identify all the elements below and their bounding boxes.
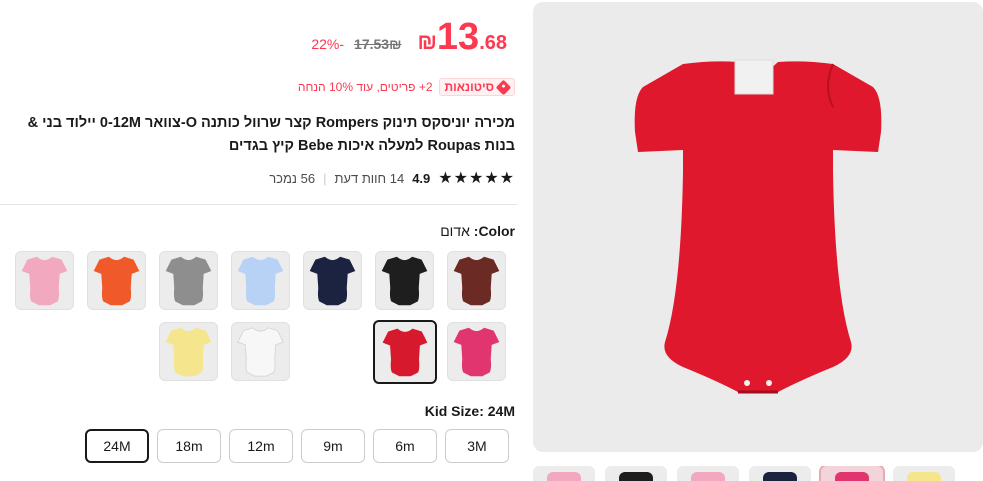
size-label: Kid Size: 24M <box>425 403 515 419</box>
sold-count: 56 נמכר <box>269 170 316 186</box>
romper-icon <box>381 256 428 306</box>
selected-color-name: אדום <box>440 223 470 239</box>
color-swatch-brown[interactable] <box>447 251 506 310</box>
price-row: ₪ 13 .68 17.53₪ 22%- <box>311 18 507 56</box>
romper-icon <box>165 327 212 377</box>
color-swatch-orange[interactable] <box>87 251 146 310</box>
color-swatch-navy[interactable] <box>303 251 362 310</box>
promo-text: 2+ פריטים, עוד 10% הנחה <box>297 80 433 94</box>
color-swatch-red[interactable] <box>373 320 437 384</box>
color-swatch-gray[interactable] <box>159 251 218 310</box>
discount-percent: 22%- <box>311 36 345 52</box>
color-label-title: Color <box>478 223 515 239</box>
romper-icon <box>453 327 500 377</box>
color-swatch-black[interactable] <box>375 251 434 310</box>
separator: | <box>323 170 327 186</box>
current-price: ₪ 13 .68 <box>411 18 507 56</box>
romper-icon <box>165 256 212 306</box>
wholesale-badge[interactable]: סיטונאות <box>438 78 515 96</box>
product-info-panel: ₪ 13 .68 17.53₪ 22%- סיטונאות 2+ פריטים,… <box>0 0 517 481</box>
thumbnail-6[interactable] <box>893 466 955 481</box>
romper-icon <box>21 256 68 306</box>
currency-symbol: ₪ <box>417 29 437 54</box>
romper-icon <box>93 256 140 306</box>
promo-row: סיטונאות 2+ פריטים, עוד 10% הנחה <box>298 78 515 96</box>
thumbnail-1[interactable] <box>533 466 595 481</box>
size-option-6m[interactable]: 6m <box>373 429 437 463</box>
size-option-3m[interactable]: 3M <box>445 429 509 463</box>
color-swatch-white[interactable] <box>231 322 290 381</box>
colon: : <box>479 403 488 419</box>
size-option-9m[interactable]: 9m <box>301 429 365 463</box>
rating-score: 4.9 <box>412 170 431 186</box>
romper-icon <box>237 327 284 377</box>
divider <box>0 204 517 205</box>
color-swatch-pink[interactable] <box>15 251 74 310</box>
thumbnail-4[interactable] <box>749 466 811 481</box>
color-label: Color: אדום <box>440 223 515 239</box>
romper-icon <box>453 256 500 306</box>
star-rating-icon[interactable]: ★★★★★ <box>438 168 515 188</box>
romper-icon <box>382 328 428 377</box>
size-label-title: Kid Size <box>424 403 480 419</box>
wholesale-badge-label: סיטונאות <box>444 80 494 94</box>
main-product-image[interactable] <box>533 2 983 452</box>
review-count-link[interactable]: 14 חוות דעת <box>334 171 404 186</box>
tag-icon <box>495 79 512 95</box>
price-integer: 13 <box>436 16 480 58</box>
thumbnail-strip <box>533 466 983 481</box>
romper-icon <box>237 256 284 306</box>
selected-size: 24M <box>487 403 515 419</box>
size-option-24m[interactable]: 24M <box>85 429 149 463</box>
size-option-18m[interactable]: 18m <box>157 429 221 463</box>
price-fraction: .68 <box>479 32 507 54</box>
thumbnail-2[interactable] <box>605 466 667 481</box>
thumbnail-5[interactable] <box>819 466 885 481</box>
color-swatch-rose[interactable] <box>447 322 506 381</box>
original-price: 17.53₪ <box>354 36 402 52</box>
red-romper-image <box>634 59 882 394</box>
color-swatch-yellow[interactable] <box>159 322 218 381</box>
size-option-12m[interactable]: 12m <box>229 429 293 463</box>
color-swatch-light-blue[interactable] <box>231 251 290 310</box>
product-title: מכירה יוניסקס תינוק Rompers קצר שרוול כו… <box>27 115 515 154</box>
romper-icon <box>309 256 356 306</box>
thumbnail-3[interactable] <box>677 466 739 481</box>
rating-row: ★★★★★ 4.9 14 חוות דעת | 56 נמכר <box>269 168 515 188</box>
